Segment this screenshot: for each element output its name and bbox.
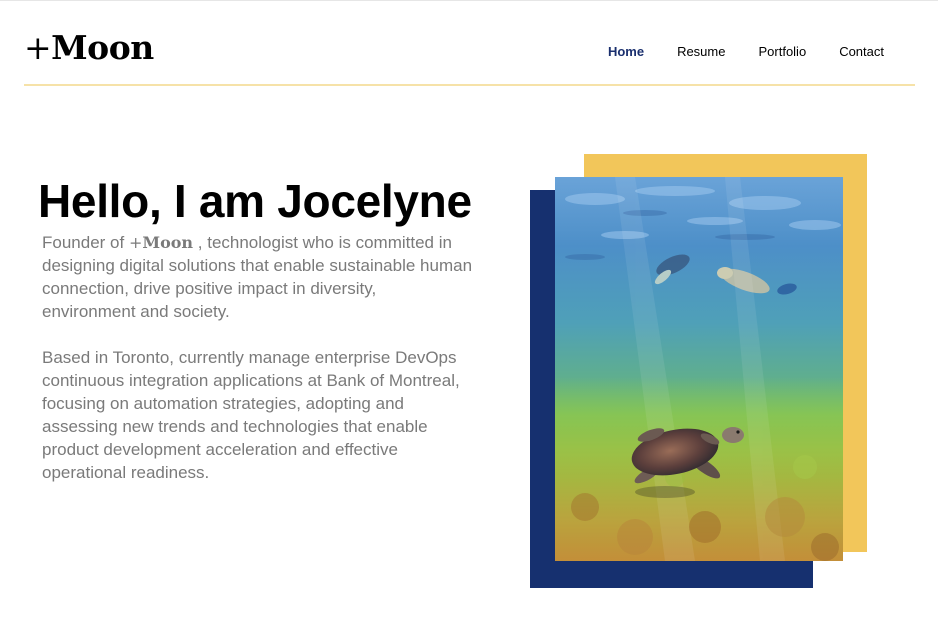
bio-paragraph-2: Based in Toronto, currently manage enter…	[42, 348, 460, 482]
inline-brand-text: Moon	[142, 233, 194, 252]
main-nav: Home Resume Portfolio Contact	[575, 44, 884, 60]
site-logo[interactable]: +Moon	[24, 28, 154, 68]
hero-photo	[555, 177, 843, 561]
nav-home[interactable]: Home	[608, 44, 644, 60]
inline-brand-logo: +Moon	[129, 233, 193, 252]
inline-brand-plus: +	[128, 233, 143, 252]
logo-text: Moon	[51, 28, 154, 67]
turtle-photo-illustration	[555, 177, 843, 561]
hero-title: Hello, I am Jocelyne	[38, 175, 472, 227]
logo-plus: +	[24, 28, 52, 67]
bio-p1-prefix: Founder of	[42, 233, 129, 252]
bio-paragraph-1: Founder of +Moon , technologist who is c…	[42, 231, 474, 323]
nav-contact[interactable]: Contact	[839, 44, 884, 60]
nav-resume[interactable]: Resume	[677, 44, 725, 60]
nav-portfolio[interactable]: Portfolio	[758, 44, 806, 60]
bio: Founder of +Moon , technologist who is c…	[42, 231, 474, 484]
top-border	[0, 0, 938, 1]
header-divider	[24, 84, 915, 86]
